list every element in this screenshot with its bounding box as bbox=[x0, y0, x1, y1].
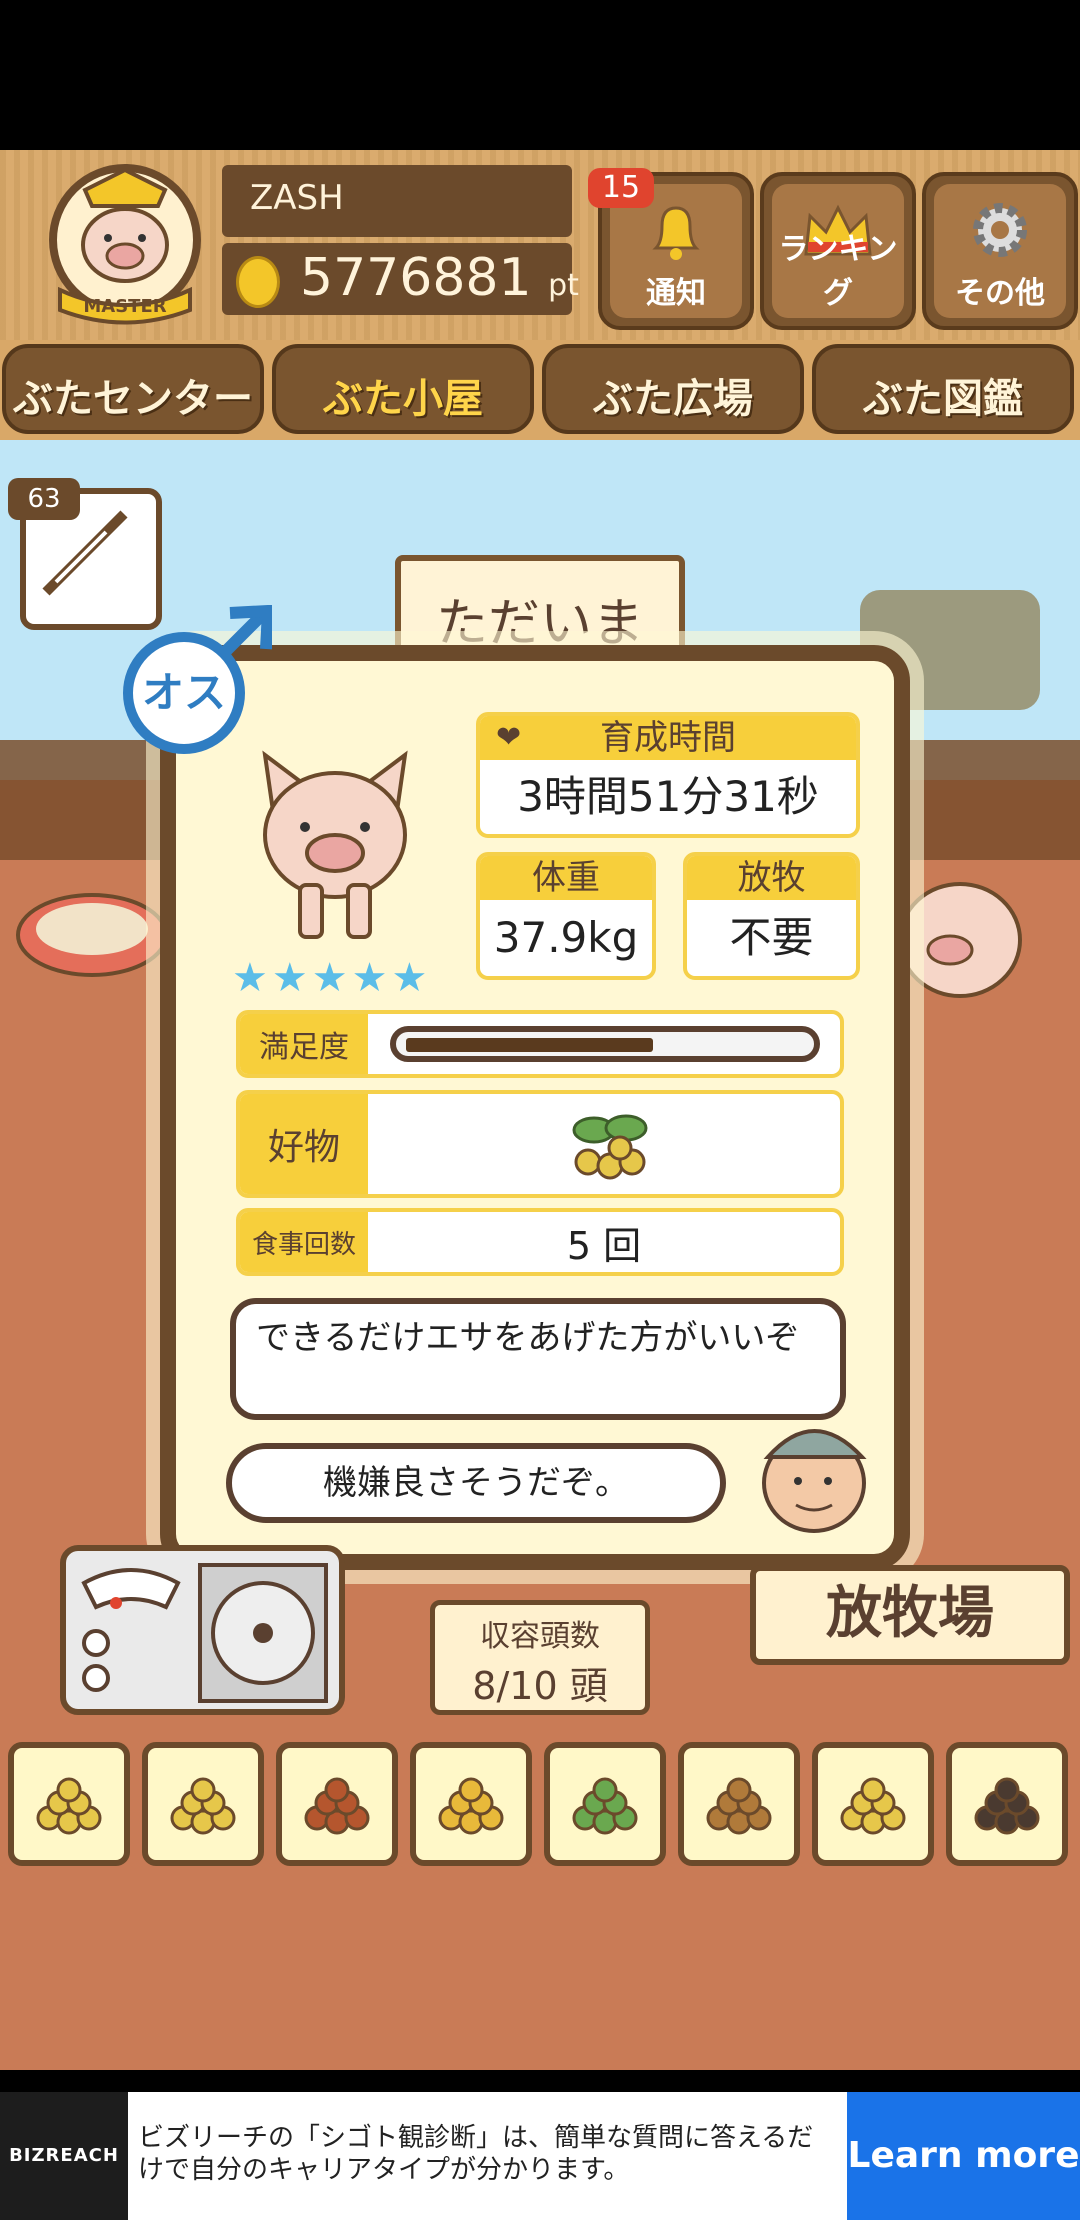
player-name: ZASH bbox=[250, 178, 344, 218]
feed-bowl-icon bbox=[16, 893, 168, 977]
satisfaction-bar bbox=[390, 1026, 820, 1062]
feed-button[interactable] bbox=[544, 1742, 666, 1866]
meal-count-value: 5 回 bbox=[566, 1223, 642, 1268]
temperature-fan-control[interactable] bbox=[60, 1545, 345, 1715]
ranking-label: ランキング bbox=[778, 232, 898, 311]
rearing-time-value: 3時間51分31秒 bbox=[517, 772, 819, 821]
advice-speech-bubble: できるだけエサをあげた方がいいぞ bbox=[230, 1298, 846, 1420]
other-menu-label: その他 bbox=[955, 276, 1045, 311]
ranking-button[interactable]: ランキング bbox=[760, 172, 916, 330]
sweet-potato-icon bbox=[304, 1777, 370, 1835]
ad-logo: BIZREACH bbox=[0, 2092, 128, 2220]
pasture-button[interactable]: 放牧場 bbox=[750, 1565, 1070, 1665]
ad-text: ビズリーチの「シゴト観診断」は、簡単な質問に答えるだけで自分のキャリアタイプが分… bbox=[138, 2123, 814, 2185]
master-avatar-icon[interactable]: MASTER bbox=[30, 160, 220, 330]
tab-label: ぶた図鑑 bbox=[863, 376, 1023, 422]
feed-button[interactable] bbox=[276, 1742, 398, 1866]
tab-label: ぶた小屋 bbox=[323, 376, 483, 422]
capacity-value: 8/10 頭 bbox=[472, 1664, 608, 1708]
weight-value: 37.9kg bbox=[493, 913, 639, 962]
coin-icon bbox=[236, 256, 280, 308]
corn-icon bbox=[438, 1777, 504, 1835]
notification-label: 通知 bbox=[646, 276, 706, 311]
grain-feed-icon bbox=[36, 1777, 102, 1835]
tab-pig-hut[interactable]: ぶた小屋 bbox=[272, 344, 534, 434]
pig-portrait-icon bbox=[262, 750, 408, 939]
ad-learn-more-button[interactable]: Learn more bbox=[847, 2092, 1080, 2220]
male-gender-icon: オス bbox=[123, 605, 272, 754]
tab-pig-encyclopedia[interactable]: ぶた図鑑 bbox=[812, 344, 1074, 434]
svg-text:オス: オス bbox=[142, 668, 226, 717]
points-value: 5776881 bbox=[300, 248, 532, 308]
thermometer-dial-icon bbox=[81, 1568, 181, 1692]
truffle-icon bbox=[974, 1777, 1040, 1835]
feed-button[interactable] bbox=[410, 1742, 532, 1866]
tab-label: ぶたセンター bbox=[13, 376, 253, 422]
satisfaction-row: 満足度 bbox=[236, 1010, 844, 1078]
weight-box: 体重 37.9kg bbox=[476, 852, 656, 980]
grazing-value: 不要 bbox=[729, 913, 814, 962]
favorite-food-label: 好物 bbox=[240, 1094, 368, 1194]
rearing-time-label: 育成時間 bbox=[480, 716, 856, 760]
points-unit: pt bbox=[548, 268, 579, 303]
bowl-grain-icon bbox=[840, 1777, 906, 1835]
notification-count-badge: 15 bbox=[588, 168, 654, 208]
meal-count-row: 食事回数 5 回 bbox=[236, 1208, 844, 1276]
grazing-label: 放牧 bbox=[687, 856, 856, 900]
feed-button[interactable] bbox=[8, 1742, 130, 1866]
meal-count-label: 食事回数 bbox=[240, 1212, 368, 1272]
feed-button[interactable] bbox=[946, 1742, 1068, 1866]
soybean-icon bbox=[572, 1777, 638, 1835]
grazing-box: 放牧 不要 bbox=[683, 852, 860, 980]
weight-label: 体重 bbox=[480, 856, 652, 900]
rarity-stars: ★★★★★ bbox=[232, 955, 432, 1001]
welcome-sign: ただいま bbox=[395, 555, 685, 655]
soybean-icon bbox=[572, 1114, 648, 1180]
svg-text:MASTER: MASTER bbox=[83, 296, 166, 317]
other-menu-button[interactable]: その他 bbox=[922, 172, 1078, 330]
rearing-time-box: 育成時間 3時間51分31秒 bbox=[476, 712, 860, 838]
tab-label: ぶた広場 bbox=[593, 376, 753, 422]
gear-icon bbox=[973, 203, 1027, 257]
mood-speech-bubble: 機嫌良さそうだぞ。 bbox=[226, 1443, 726, 1523]
points-display: 5776881 pt bbox=[300, 248, 579, 308]
syringe-count: 63 bbox=[8, 478, 80, 520]
favorite-food-row: 好物 bbox=[236, 1090, 844, 1198]
acorn-icon bbox=[706, 1777, 772, 1835]
mixed-grain-icon bbox=[170, 1777, 236, 1835]
capacity-label: 収容頭数 bbox=[480, 1619, 600, 1654]
bell-icon bbox=[652, 206, 700, 260]
tab-pig-plaza[interactable]: ぶた広場 bbox=[542, 344, 804, 434]
tab-pig-center[interactable]: ぶたセンター bbox=[2, 344, 264, 434]
feed-button[interactable] bbox=[812, 1742, 934, 1866]
satisfaction-label: 満足度 bbox=[240, 1014, 368, 1074]
heart-icon: ❤ bbox=[496, 720, 522, 755]
satisfaction-bar-fill bbox=[406, 1038, 653, 1052]
capacity-sign: 収容頭数 8/10 頭 bbox=[430, 1600, 650, 1715]
status-bar bbox=[0, 0, 1080, 150]
farmer-icon bbox=[762, 1429, 867, 1533]
feed-button[interactable] bbox=[142, 1742, 264, 1866]
fan-icon bbox=[198, 1563, 328, 1703]
feed-button[interactable] bbox=[678, 1742, 800, 1866]
